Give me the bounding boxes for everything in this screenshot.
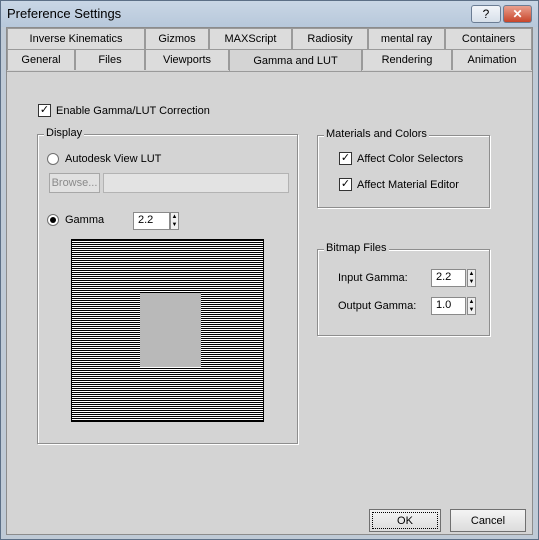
cancel-button[interactable]: Cancel [450,509,526,532]
materials-colors-group: Materials and Colors ✓ Affect Color Sele… [317,128,490,208]
materials-group-title: Materials and Colors [324,128,429,140]
tab-panel-border [7,71,532,72]
gamma-value-field[interactable]: 2.2 [133,212,170,230]
gamma-option[interactable]: Gamma [47,214,104,226]
output-gamma-spinner[interactable]: ▲ ▼ [467,297,476,315]
dialog-body: Inverse Kinematics Gizmos MAXScript Radi… [6,27,533,535]
tab-animation[interactable]: Animation [452,49,532,70]
affect-material-editor-row[interactable]: ✓ Affect Material Editor [339,178,459,191]
affect-color-selectors-checkbox[interactable]: ✓ [339,152,352,165]
enable-gamma-row[interactable]: ✓ Enable Gamma/LUT Correction [38,104,210,117]
spinner-down-icon[interactable]: ▼ [171,221,178,229]
lut-label: Autodesk View LUT [65,153,162,165]
input-gamma-spinner[interactable]: ▲ ▼ [467,269,476,287]
tab-gizmos[interactable]: Gizmos [145,28,209,49]
affect-material-editor-checkbox[interactable]: ✓ [339,178,352,191]
spinner-up-icon[interactable]: ▲ [468,270,475,278]
tab-row-bottom: General Files Viewports Gamma and LUT Re… [7,49,532,71]
gamma-preview-pattern [71,239,264,422]
output-gamma-label: Output Gamma: [338,300,417,312]
enable-gamma-checkbox[interactable]: ✓ [38,104,51,117]
input-gamma-field[interactable]: 2.2 [431,269,466,287]
lut-radio[interactable] [47,153,59,165]
tab-gamma-and-lut[interactable]: Gamma and LUT [229,49,362,71]
help-button[interactable]: ? [471,5,501,23]
affect-color-selectors-label: Affect Color Selectors [357,152,464,165]
spinner-up-icon[interactable]: ▲ [171,213,178,221]
input-gamma-label: Input Gamma: [338,272,408,284]
preference-settings-window: Preference Settings ? ✕ Inverse Kinemati… [0,0,539,540]
tab-maxscript[interactable]: MAXScript [209,28,292,49]
window-title: Preference Settings [7,6,122,21]
spinner-up-icon[interactable]: ▲ [468,298,475,306]
tab-files[interactable]: Files [75,49,145,70]
spinner-down-icon[interactable]: ▼ [468,278,475,286]
gamma-label: Gamma [65,214,105,226]
gamma-spinner[interactable]: ▲ ▼ [170,212,179,230]
spinner-down-icon[interactable]: ▼ [468,306,475,314]
display-group-title: Display [44,127,85,139]
affect-material-editor-label: Affect Material Editor [357,178,459,191]
lut-path-field[interactable] [103,173,289,193]
gamma-radio[interactable] [47,214,59,226]
bitmap-group-title: Bitmap Files [324,242,389,254]
title-bar[interactable]: Preference Settings ? ✕ [1,1,538,27]
tab-row-top: Inverse Kinematics Gizmos MAXScript Radi… [7,28,532,49]
display-group: Display Autodesk View LUT Browse... Gamm… [37,127,298,444]
lut-option[interactable]: Autodesk View LUT [47,153,161,165]
enable-gamma-label: Enable Gamma/LUT Correction [56,104,210,117]
tab-mental-ray[interactable]: mental ray [368,28,445,49]
gamma-preview-patch [140,293,201,367]
tab-viewports[interactable]: Viewports [145,49,229,70]
close-button[interactable]: ✕ [503,5,532,23]
output-gamma-field[interactable]: 1.0 [431,297,466,315]
tab-containers[interactable]: Containers [445,28,532,49]
tab-rendering[interactable]: Rendering [362,49,452,70]
tab-radiosity[interactable]: Radiosity [292,28,368,49]
browse-button[interactable]: Browse... [49,173,100,193]
tab-inverse-kinematics[interactable]: Inverse Kinematics [7,28,145,49]
bitmap-files-group: Bitmap Files Input Gamma: 2.2 ▲ ▼ Output… [317,242,490,336]
affect-color-selectors-row[interactable]: ✓ Affect Color Selectors [339,152,463,165]
tab-general[interactable]: General [7,49,75,70]
ok-button[interactable]: OK [369,509,441,532]
